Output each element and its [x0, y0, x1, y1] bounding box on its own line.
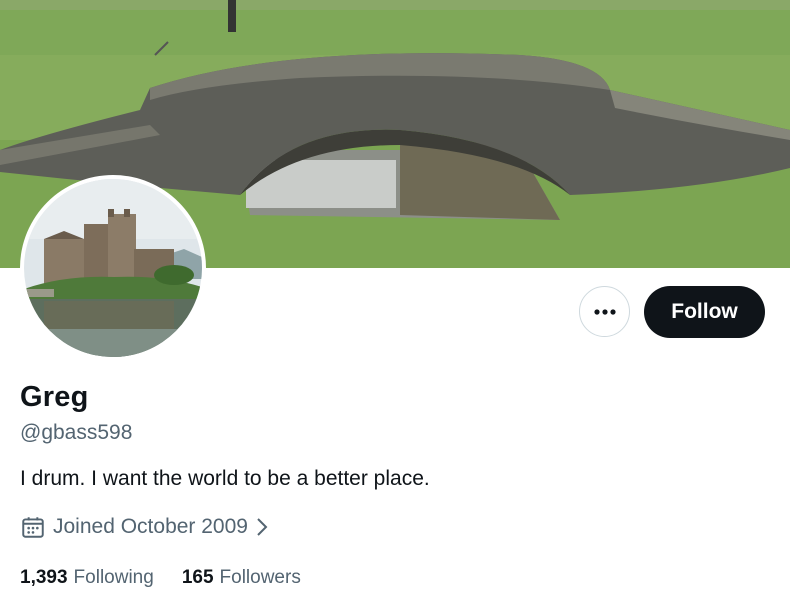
joined-date[interactable]: Joined October 2009 — [20, 514, 270, 540]
chevron-right-icon — [257, 518, 268, 536]
profile-display-name: Greg — [20, 381, 89, 413]
more-options-button[interactable] — [579, 286, 630, 337]
following-link[interactable]: 1,393 Following — [20, 567, 154, 589]
profile-handle: @gbass598 — [20, 421, 133, 444]
avatar[interactable] — [20, 175, 206, 361]
followers-link[interactable]: 165 Followers — [182, 567, 301, 589]
follow-button[interactable]: Follow — [644, 286, 765, 338]
profile-bio: I drum. I want the world to be a better … — [20, 467, 430, 490]
calendar-icon — [22, 517, 44, 538]
page-edge — [790, 0, 797, 610]
followers-count: 165 — [181, 567, 214, 588]
avatar-image — [24, 179, 202, 357]
profile-stats: 1,393 Following 165 Followers — [20, 567, 329, 589]
joined-label: Joined October 2009 — [53, 515, 248, 538]
followers-label: Followers — [219, 567, 301, 588]
more-horizontal-icon — [593, 308, 616, 315]
following-label: Following — [73, 567, 154, 588]
following-count: 1,393 — [20, 567, 68, 588]
